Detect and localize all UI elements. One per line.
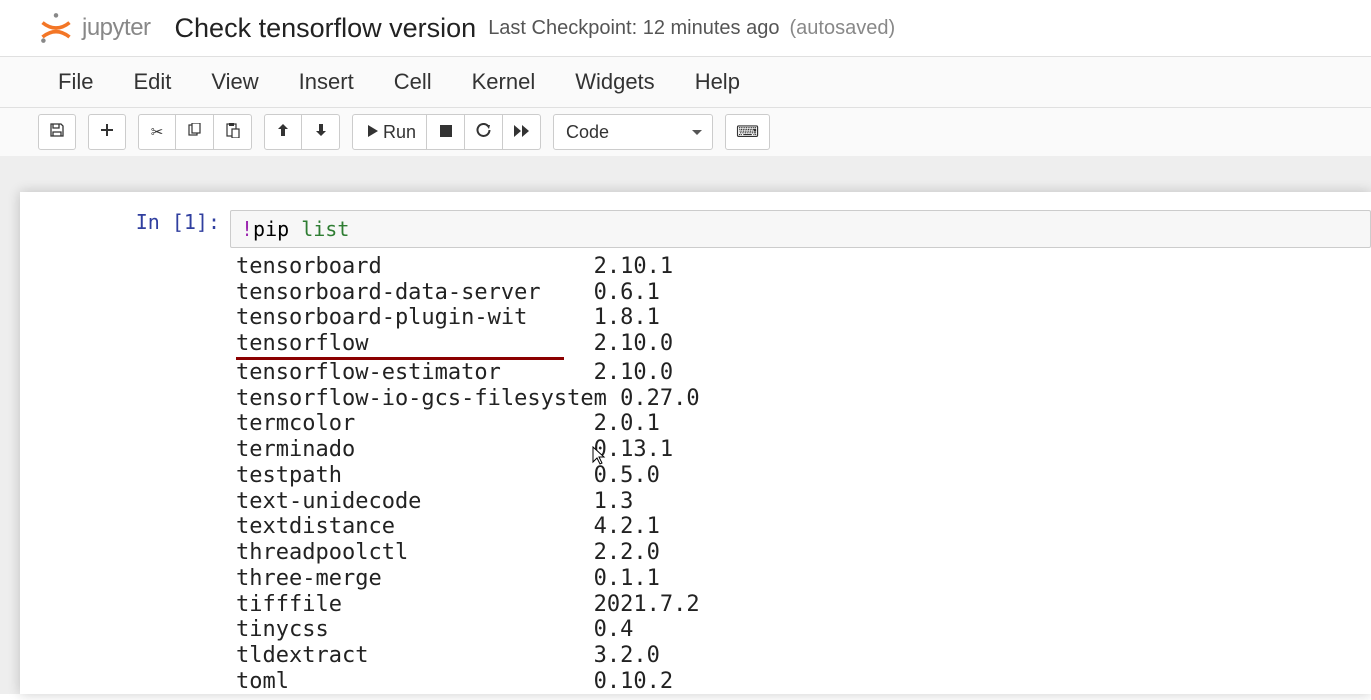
arrow-down-icon bbox=[315, 123, 327, 141]
code-magic: ! bbox=[241, 217, 253, 241]
run-label: Run bbox=[383, 122, 416, 143]
notebook-title[interactable]: Check tensorflow version bbox=[175, 13, 477, 44]
move-down-button[interactable] bbox=[302, 114, 340, 150]
menu-insert[interactable]: Insert bbox=[279, 65, 374, 99]
run-button[interactable]: Run bbox=[352, 114, 427, 150]
cell-output: tensorboard 2.10.1 tensorboard-data-serv… bbox=[20, 248, 1371, 694]
logo-text: jupyter bbox=[82, 14, 151, 42]
save-icon bbox=[49, 122, 65, 142]
toolbar: ✂ Run Code ⌨ bbox=[0, 108, 1371, 156]
scissors-icon: ✂ bbox=[151, 123, 164, 141]
menu-edit[interactable]: Edit bbox=[113, 65, 191, 99]
move-up-button[interactable] bbox=[264, 114, 302, 150]
paste-button[interactable] bbox=[214, 114, 252, 150]
add-cell-button[interactable] bbox=[88, 114, 126, 150]
arrow-up-icon bbox=[277, 123, 289, 141]
cut-button[interactable]: ✂ bbox=[138, 114, 176, 150]
code-cell[interactable]: In [1]: !pip list bbox=[20, 192, 1371, 248]
code-input[interactable]: !pip list bbox=[230, 210, 1371, 248]
play-icon bbox=[367, 122, 379, 143]
command-palette-button[interactable]: ⌨ bbox=[725, 114, 770, 150]
menubar: File Edit View Insert Cell Kernel Widget… bbox=[0, 57, 1371, 108]
cell-type-value: Code bbox=[566, 122, 609, 143]
autosave-text: (autosaved) bbox=[789, 17, 895, 40]
fast-forward-icon bbox=[514, 124, 530, 141]
menu-kernel[interactable]: Kernel bbox=[452, 65, 556, 99]
paste-icon bbox=[225, 123, 240, 142]
code-text: pip bbox=[253, 217, 301, 241]
menu-cell[interactable]: Cell bbox=[374, 65, 452, 99]
header: jupyter Check tensorflow version Last Ch… bbox=[0, 0, 1371, 57]
logo[interactable]: jupyter bbox=[38, 10, 151, 46]
restart-icon bbox=[476, 123, 491, 142]
menu-help[interactable]: Help bbox=[675, 65, 760, 99]
jupyter-logo-icon bbox=[38, 10, 74, 46]
input-prompt: In [1]: bbox=[20, 210, 230, 248]
restart-run-all-button[interactable] bbox=[503, 114, 541, 150]
stop-icon bbox=[440, 124, 452, 141]
notebook: In [1]: !pip list tensorboard 2.10.1 ten… bbox=[20, 192, 1371, 694]
menu-file[interactable]: File bbox=[38, 65, 113, 99]
copy-button[interactable] bbox=[176, 114, 214, 150]
menu-view[interactable]: View bbox=[191, 65, 278, 99]
menu-widgets[interactable]: Widgets bbox=[555, 65, 674, 99]
interrupt-button[interactable] bbox=[427, 114, 465, 150]
keyboard-icon: ⌨ bbox=[736, 122, 759, 142]
restart-button[interactable] bbox=[465, 114, 503, 150]
save-button[interactable] bbox=[38, 114, 76, 150]
copy-icon bbox=[187, 123, 202, 142]
checkpoint-text: Last Checkpoint: 12 minutes ago bbox=[488, 17, 779, 40]
plus-icon bbox=[100, 123, 114, 141]
code-command: list bbox=[301, 217, 349, 241]
content-area: In [1]: !pip list tensorboard 2.10.1 ten… bbox=[0, 156, 1371, 694]
cell-type-select[interactable]: Code bbox=[553, 114, 713, 150]
